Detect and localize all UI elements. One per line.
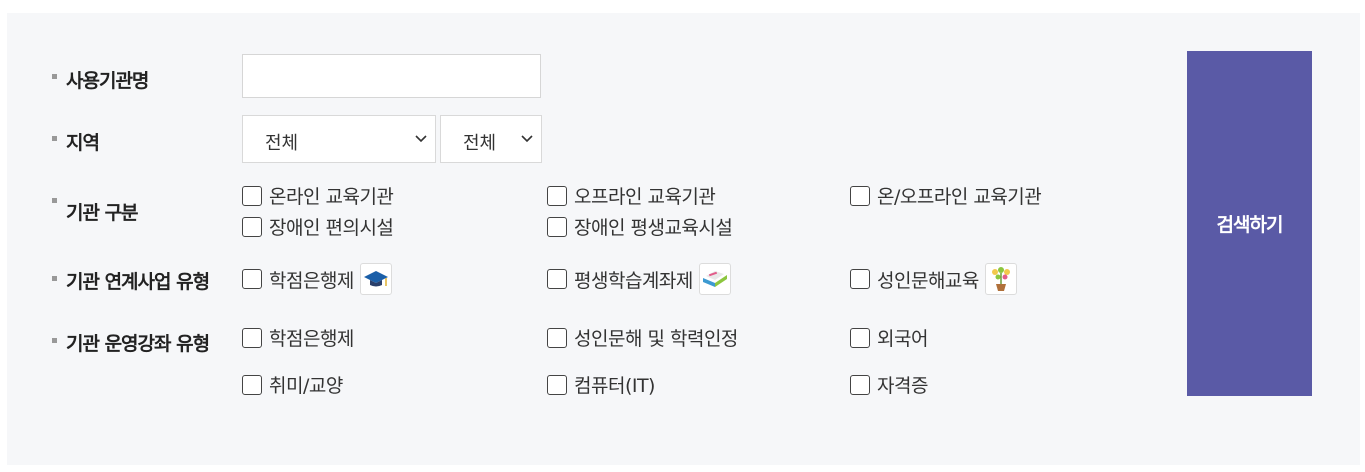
org-name-input[interactable]: [242, 54, 541, 98]
course-type-label: 기관 운영강좌 유형: [66, 333, 210, 355]
checkbox-disabled-facility[interactable]: 장애인 편의시설: [242, 213, 394, 240]
checkbox-on-off-org[interactable]: 온/오프라인 교육기관: [850, 182, 1042, 209]
region-select-1-value: 전체: [265, 133, 299, 154]
checkbox-label: 장애인 편의시설: [269, 217, 394, 239]
checkbox-online-org[interactable]: 온라인 교육기관: [242, 182, 394, 209]
checkbox-label: 온/오프라인 교육기관: [877, 186, 1042, 208]
checkbox-disabled-lifelong-facility[interactable]: 장애인 평생교육시설: [547, 213, 733, 240]
checkbox-box[interactable]: [850, 269, 870, 289]
bullet: [52, 74, 57, 79]
checkbox-label: 컴퓨터(IT): [574, 375, 655, 397]
checkbox-box[interactable]: [547, 269, 567, 289]
checkbox-box[interactable]: [242, 327, 262, 348]
org-type-label: 기관 구분: [66, 202, 139, 224]
bullet: [52, 198, 57, 203]
checkbox-course-computer[interactable]: 컴퓨터(IT): [547, 371, 655, 398]
bullet: [52, 338, 57, 343]
checkbox-course-literacy[interactable]: 성인문해 및 학력인정: [547, 324, 738, 351]
checkbox-offline-org[interactable]: 오프라인 교육기관: [547, 182, 716, 209]
checkbox-box[interactable]: [850, 327, 870, 348]
checkbox-box[interactable]: [547, 185, 567, 206]
checkbox-lifelong-account[interactable]: 평생학습계좌제: [547, 263, 731, 295]
checkbox-course-credit-bank[interactable]: 학점은행제: [242, 324, 354, 351]
checkbox-label: 학점은행제: [269, 328, 354, 350]
region-select-2-value: 전체: [463, 133, 497, 154]
checkbox-box[interactable]: [547, 327, 567, 348]
checkbox-course-certificate[interactable]: 자격증: [850, 371, 928, 398]
checkbox-adult-literacy[interactable]: 성인문해교육: [850, 263, 1017, 295]
checkbox-label: 오프라인 교육기관: [574, 186, 716, 208]
linked-program-label: 기관 연계사업 유형: [66, 271, 210, 293]
checkbox-label: 성인문해 및 학력인정: [574, 328, 738, 350]
bullet: [52, 136, 57, 141]
checkbox-box[interactable]: [850, 185, 870, 206]
checkbox-label: 외국어: [877, 328, 928, 350]
search-button[interactable]: 검색하기: [1187, 51, 1312, 396]
checkbox-box[interactable]: [547, 216, 567, 237]
checkbox-course-hobby[interactable]: 취미/교양: [242, 371, 343, 398]
graduation-cap-icon: [359, 263, 392, 295]
org-name-label: 사용기관명: [66, 70, 149, 92]
chevron-down-icon: [415, 135, 427, 143]
checkbox-box[interactable]: [850, 374, 870, 395]
checkbox-box[interactable]: [242, 216, 262, 237]
chevron-down-icon: [521, 135, 533, 143]
region-label: 지역: [66, 132, 100, 154]
region-select-2[interactable]: 전체: [440, 115, 542, 163]
checkbox-box[interactable]: [242, 185, 262, 206]
checkbox-label: 온라인 교육기관: [269, 186, 394, 208]
open-book-icon: [698, 263, 731, 295]
checkbox-credit-bank[interactable]: 학점은행제: [242, 263, 392, 295]
checkbox-box[interactable]: [547, 374, 567, 395]
checkbox-label: 학점은행제: [269, 269, 354, 292]
checkbox-label: 자격증: [877, 375, 928, 397]
flower-pot-icon: [984, 263, 1017, 295]
checkbox-label: 취미/교양: [269, 375, 343, 397]
checkbox-label: 평생학습계좌제: [574, 269, 693, 292]
checkbox-label: 장애인 평생교육시설: [574, 217, 733, 239]
bullet: [52, 276, 57, 281]
checkbox-label: 성인문해교육: [877, 269, 979, 292]
checkbox-box[interactable]: [242, 374, 262, 395]
checkbox-course-foreign-language[interactable]: 외국어: [850, 324, 928, 351]
checkbox-box[interactable]: [242, 269, 262, 289]
region-select-1[interactable]: 전체: [242, 115, 436, 163]
